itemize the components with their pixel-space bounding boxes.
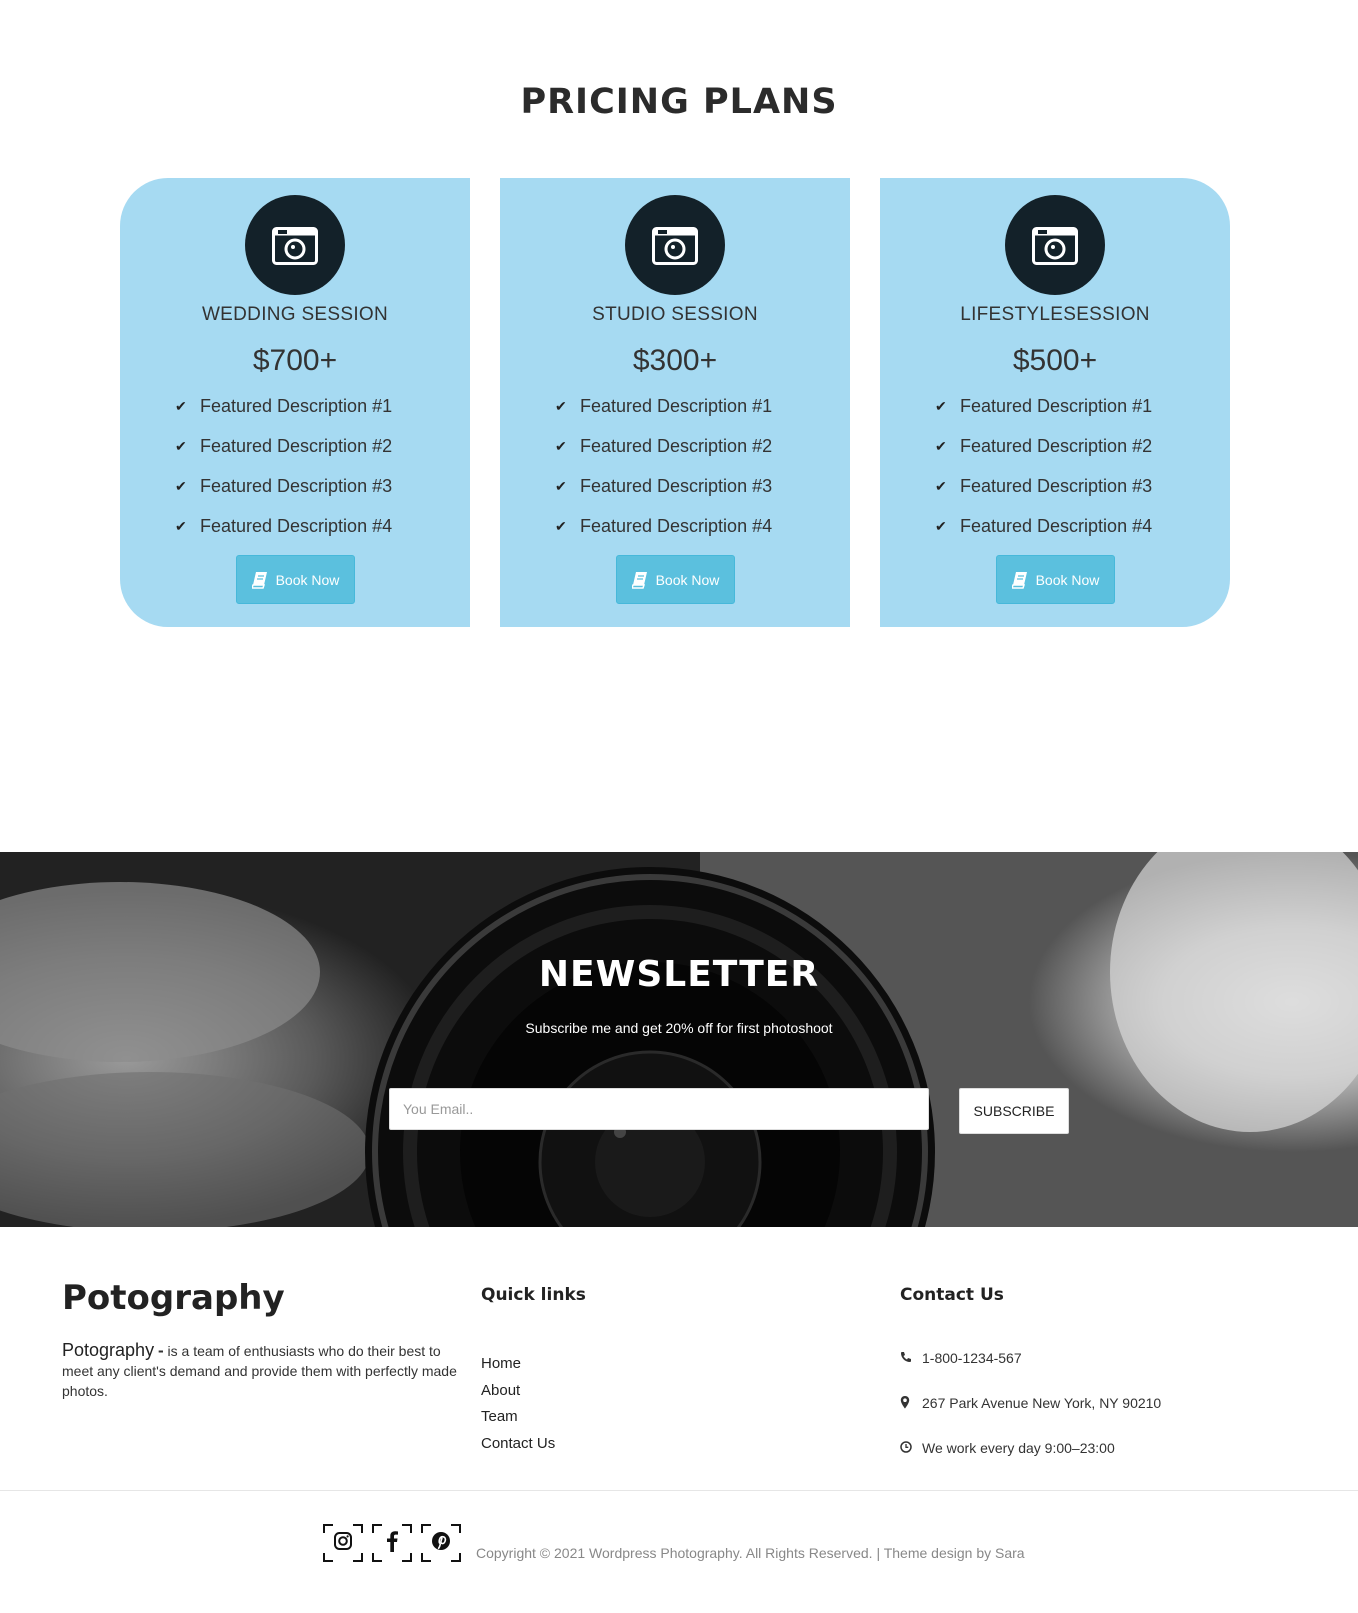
- plan-price: $300+: [632, 344, 718, 377]
- camera-lens-background-image: [0, 852, 1358, 1227]
- contact-hours-text: We work every day 9:00–23:00: [922, 1440, 1115, 1456]
- check-icon: ✔: [935, 398, 947, 414]
- pricing-title: PRICING PLANS: [520, 82, 838, 122]
- feature-text: Featured Description #2: [960, 436, 1153, 456]
- feature-item: ✔ Featured Description #2: [175, 434, 392, 474]
- plan-name: STUDIO SESSION: [592, 304, 758, 325]
- newsletter-section: NEWSLETTER Subscribe me and get 20% off …: [0, 852, 1358, 1227]
- book-icon: [631, 571, 648, 589]
- footer-brand: Potography: [62, 1278, 285, 1318]
- contact-title: Contact Us: [900, 1285, 1004, 1305]
- quick-links-list: Home About Team Contact Us: [481, 1355, 555, 1461]
- feature-text: Featured Description #4: [580, 516, 773, 536]
- contact-phone: 1-800-1234-567: [900, 1350, 1161, 1395]
- book-icon: [1011, 571, 1028, 589]
- footer-link-team[interactable]: Team: [481, 1408, 555, 1435]
- feature-item: ✔ Featured Description #4: [555, 514, 772, 554]
- camera-icon: [1005, 195, 1105, 295]
- feature-text: Featured Description #3: [200, 476, 393, 496]
- footer-link-home[interactable]: Home: [481, 1355, 555, 1382]
- feature-list: ✔ Featured Description #1 ✔ Featured Descr…: [935, 394, 1152, 554]
- feature-list: ✔ Featured Description #1 ✔ Featured Descr…: [175, 394, 392, 554]
- contact-address-text: 267 Park Avenue New York, NY 90210: [922, 1395, 1162, 1411]
- camera-icon: [625, 195, 725, 295]
- footer-link-contact[interactable]: Contact Us: [481, 1435, 555, 1462]
- newsletter-subtitle: Subscribe me and get 20% off for first p…: [525, 1020, 833, 1036]
- contact-list: 1-800-1234-567 267 Park Avenue New York,…: [900, 1350, 1161, 1485]
- feature-item: ✔ Featured Description #3: [175, 474, 392, 514]
- quick-links-title: Quick links: [481, 1285, 586, 1305]
- subscribe-button[interactable]: SUBSCRIBE: [959, 1088, 1069, 1134]
- book-now-label: Book Now: [1035, 571, 1100, 588]
- facebook-link[interactable]: [372, 1524, 412, 1562]
- feature-text: Featured Description #3: [960, 476, 1153, 496]
- book-now-label: Book Now: [655, 571, 720, 588]
- check-icon: ✔: [935, 518, 947, 534]
- feature-item: ✔ Featured Description #1: [175, 394, 392, 434]
- feature-item: ✔ Featured Description #2: [935, 434, 1152, 474]
- about-brand: Potography: [62, 1340, 155, 1360]
- feature-item: ✔ Featured Description #1: [935, 394, 1152, 434]
- feature-item: ✔ Featured Description #3: [935, 474, 1152, 514]
- feature-item: ✔ Featured Description #4: [935, 514, 1152, 554]
- pinterest-link[interactable]: [421, 1524, 461, 1562]
- email-input[interactable]: [389, 1088, 929, 1130]
- feature-text: Featured Description #2: [200, 436, 393, 456]
- book-icon: [251, 571, 268, 589]
- plan-price: $700+: [252, 344, 338, 377]
- feature-text: Featured Description #1: [200, 396, 393, 416]
- book-now-button[interactable]: Book Now: [996, 555, 1115, 604]
- check-icon: ✔: [935, 438, 947, 454]
- newsletter-title: NEWSLETTER: [538, 954, 820, 995]
- feature-text: Featured Description #2: [580, 436, 773, 456]
- map-pin-icon: [900, 1395, 922, 1409]
- footer-link-about[interactable]: About: [481, 1382, 555, 1409]
- book-now-button[interactable]: Book Now: [236, 555, 355, 604]
- copyright-text: Copyright © 2021 Wordpress Photography. …: [476, 1545, 1025, 1561]
- frame-corners-icon: [372, 1524, 412, 1562]
- feature-text: Featured Description #4: [960, 516, 1153, 536]
- feature-item: ✔ Featured Description #4: [175, 514, 392, 554]
- check-icon: ✔: [555, 478, 567, 494]
- plan-name: WEDDING SESSION: [201, 304, 389, 325]
- frame-corners-icon: [421, 1524, 461, 1562]
- plan-price: $500+: [1012, 344, 1098, 377]
- feature-text: Featured Description #1: [960, 396, 1153, 416]
- plan-name: LIFESTYLESESSION: [960, 304, 1150, 325]
- check-icon: ✔: [555, 398, 567, 414]
- contact-address: 267 Park Avenue New York, NY 90210: [900, 1395, 1161, 1440]
- frame-corners-icon: [323, 1524, 363, 1562]
- feature-text: Featured Description #3: [580, 476, 773, 496]
- book-now-button[interactable]: Book Now: [616, 555, 735, 604]
- footer-about: Potography - is a team of enthusiasts wh…: [62, 1340, 457, 1401]
- check-icon: ✔: [555, 518, 567, 534]
- check-icon: ✔: [175, 478, 187, 494]
- camera-icon: [245, 195, 345, 295]
- footer-divider: [0, 1490, 1358, 1491]
- feature-list: ✔ Featured Description #1 ✔ Featured Descr…: [555, 394, 772, 554]
- instagram-link[interactable]: [323, 1524, 363, 1562]
- check-icon: ✔: [935, 478, 947, 494]
- check-icon: ✔: [555, 438, 567, 454]
- feature-item: ✔ Featured Description #2: [555, 434, 772, 474]
- social-links: [323, 1524, 470, 1562]
- clock-icon: [900, 1440, 922, 1453]
- pricing-card-lifestyle: LIFESTYLESESSION $500+ ✔ Featured Descrip…: [880, 178, 1230, 627]
- feature-item: ✔ Featured Description #3: [555, 474, 772, 514]
- feature-text: Featured Description #4: [200, 516, 393, 536]
- phone-icon: [900, 1350, 922, 1363]
- book-now-label: Book Now: [275, 571, 340, 588]
- pricing-card-studio: STUDIO SESSION $300+ ✔ Featured Descripti…: [500, 178, 850, 627]
- check-icon: ✔: [175, 438, 187, 454]
- pricing-card-wedding: WEDDING SESSION $700+ ✔ Featured Descript…: [120, 178, 470, 627]
- check-icon: ✔: [175, 518, 187, 534]
- feature-item: ✔ Featured Description #1: [555, 394, 772, 434]
- feature-text: Featured Description #1: [580, 396, 773, 416]
- check-icon: ✔: [175, 398, 187, 414]
- contact-hours: We work every day 9:00–23:00: [900, 1440, 1161, 1485]
- contact-phone-text: 1-800-1234-567: [922, 1350, 1022, 1366]
